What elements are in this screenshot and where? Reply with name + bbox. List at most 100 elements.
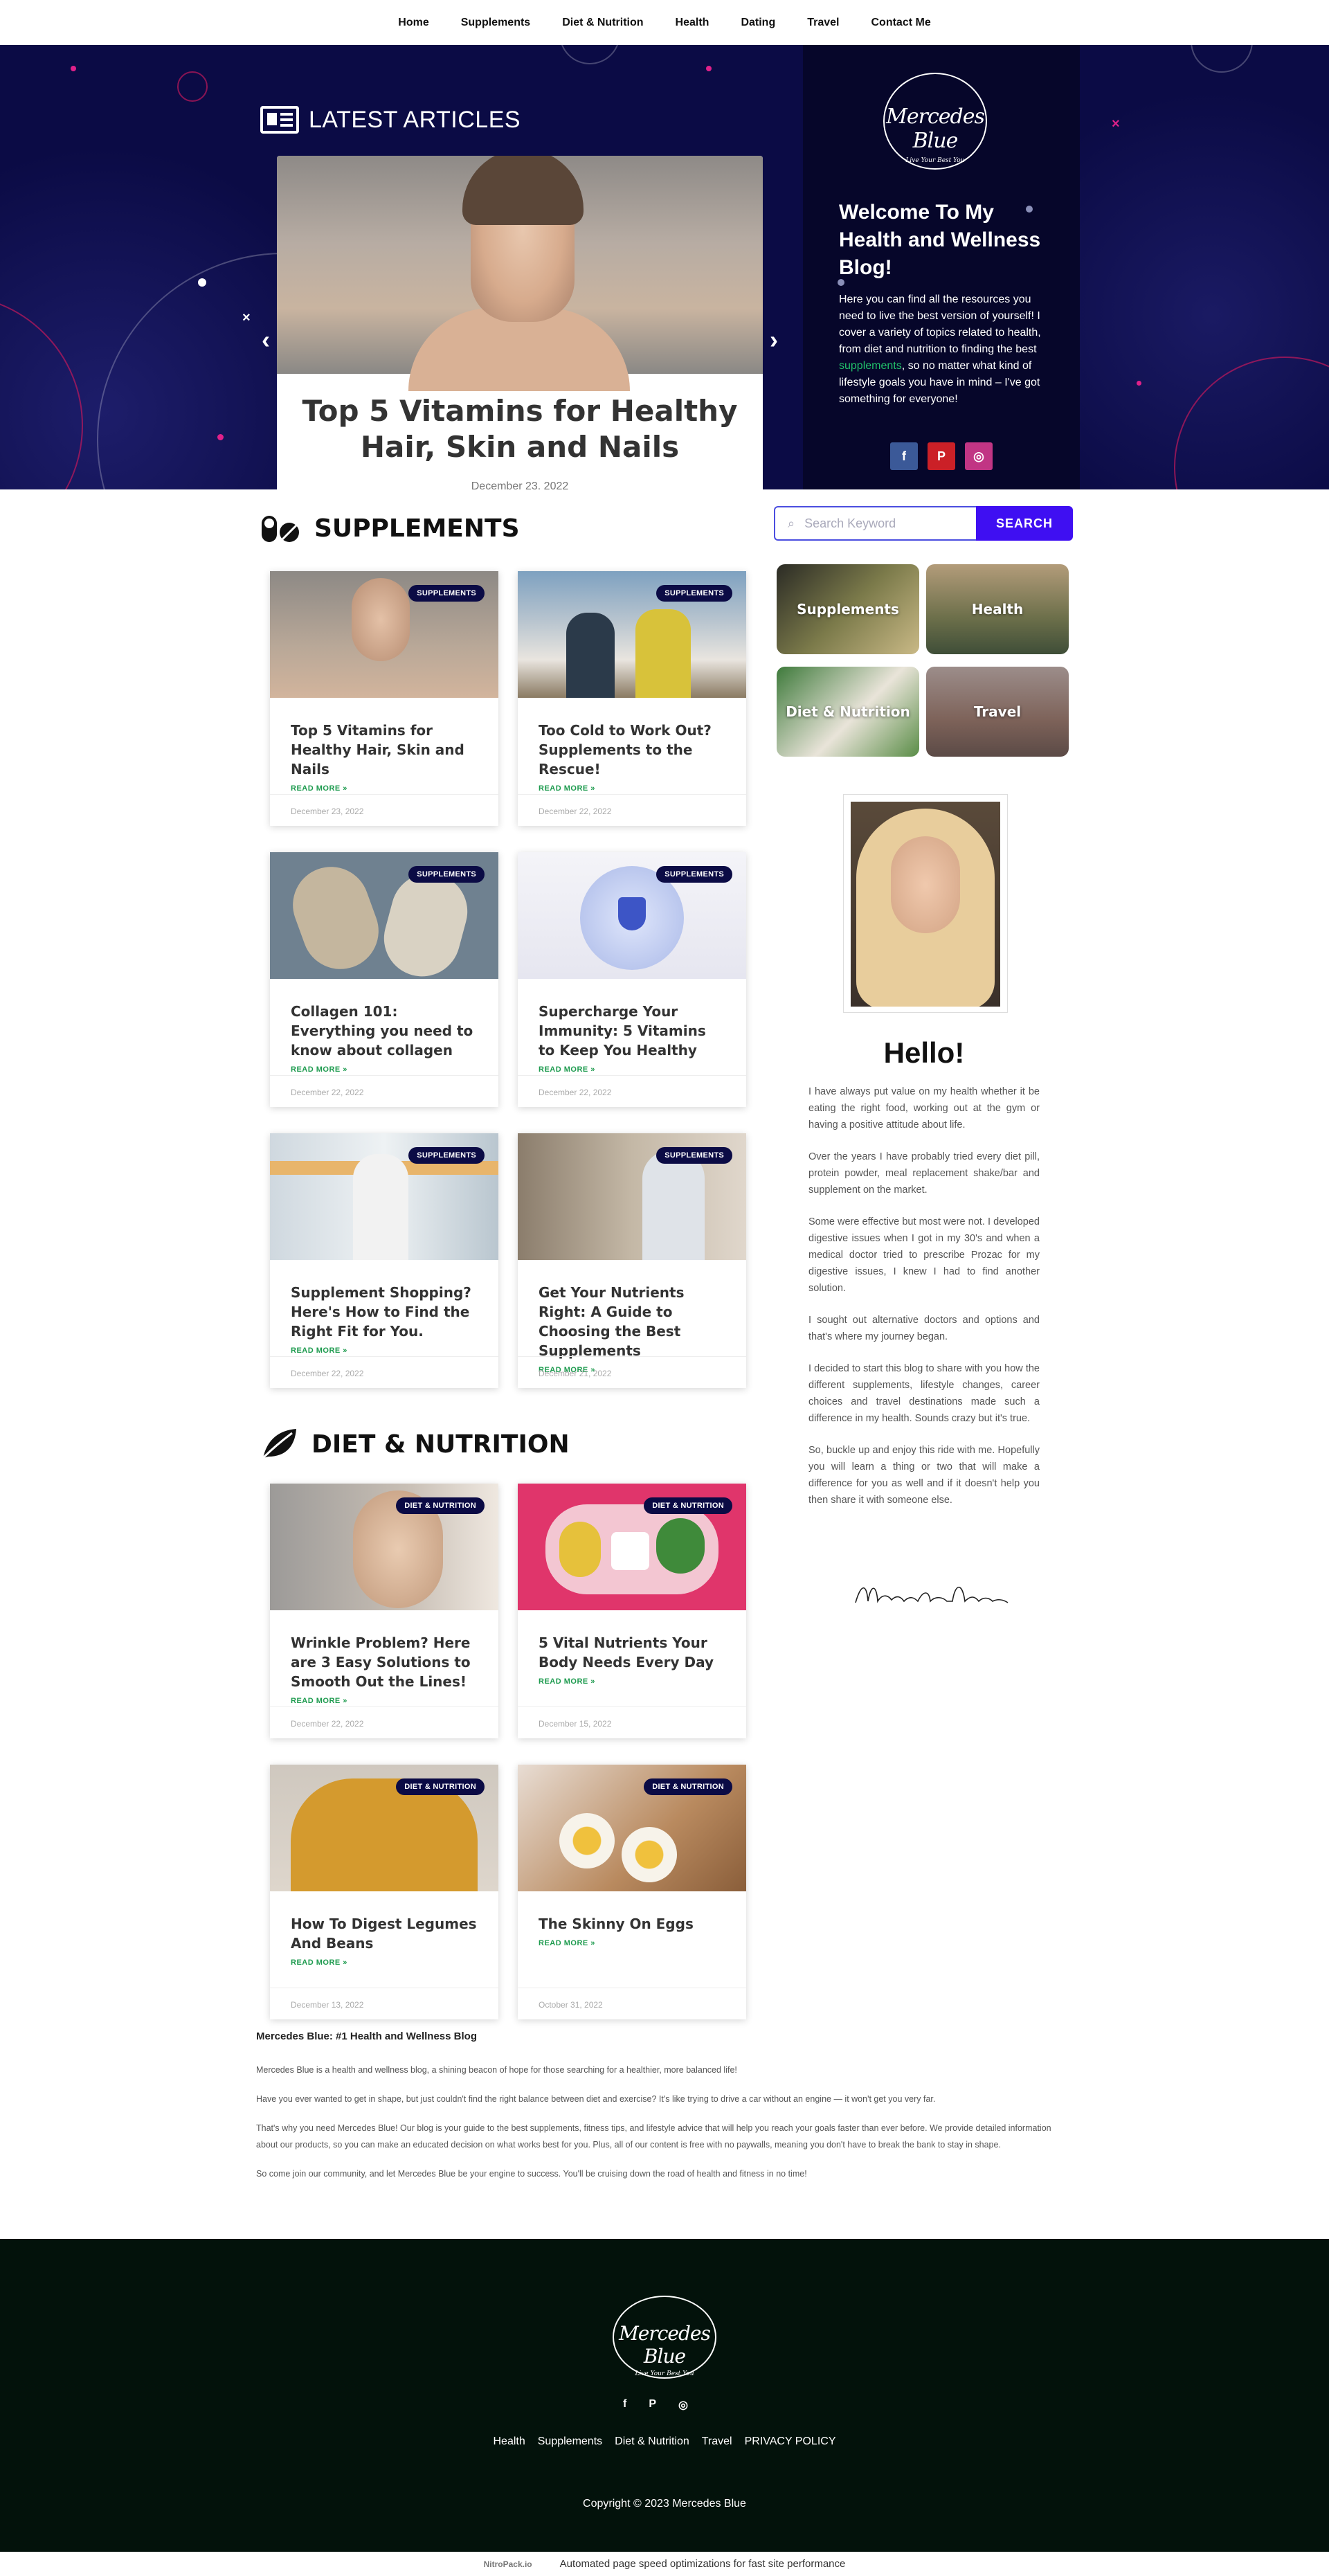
- read-more-link[interactable]: READ MORE »: [539, 1065, 725, 1074]
- pinterest-icon[interactable]: P: [928, 442, 955, 470]
- site-logo[interactable]: Mercedes Blue Live Your Best You: [883, 73, 987, 170]
- article-card[interactable]: SUPPLEMENTS Top 5 Vitamins for Healthy H…: [270, 571, 498, 826]
- pinterest-icon[interactable]: P: [649, 2398, 656, 2412]
- nav-dating[interactable]: Dating: [741, 17, 775, 29]
- category-badge[interactable]: SUPPLEMENTS: [408, 866, 485, 883]
- article-card[interactable]: SUPPLEMENTS Supplement Shopping? Here's …: [270, 1133, 498, 1388]
- read-more-link[interactable]: READ MORE »: [291, 1346, 478, 1355]
- image-person: [353, 1154, 408, 1260]
- author-photo: [851, 802, 1000, 1007]
- site-footer: Mercedes Blue Live Your Best You f P ◎ H…: [0, 2239, 1329, 2552]
- category-badge[interactable]: SUPPLEMENTS: [656, 1147, 732, 1164]
- read-more-link[interactable]: READ MORE »: [291, 1065, 478, 1074]
- facebook-icon[interactable]: f: [623, 2398, 626, 2412]
- footer-link-diet-nutrition[interactable]: Diet & Nutrition: [615, 2435, 689, 2448]
- card-title[interactable]: Top 5 Vitamins for Healthy Hair, Skin an…: [291, 721, 478, 779]
- search-input[interactable]: ⌕ Search Keyword: [774, 506, 976, 541]
- card-image: DIET & NUTRITION: [270, 1484, 498, 1610]
- carousel-next-arrow-icon[interactable]: ›: [770, 325, 778, 354]
- nav-travel[interactable]: Travel: [807, 17, 839, 29]
- social-icons: f P ◎: [890, 442, 993, 470]
- article-card[interactable]: SUPPLEMENTS Too Cold to Work Out? Supple…: [518, 571, 746, 826]
- slide-date: December 23, 2022: [471, 480, 569, 489]
- card-title[interactable]: How To Digest Legumes And Beans: [291, 1914, 478, 1953]
- hero-x-mark: ×: [242, 310, 251, 325]
- card-image: SUPPLEMENTS: [270, 852, 498, 985]
- image-spoon: [375, 865, 476, 985]
- slide-title[interactable]: Top 5 Vitamins for Healthy Hair, Skin an…: [277, 393, 763, 465]
- card-title[interactable]: 5 Vital Nutrients Your Body Needs Every …: [539, 1633, 725, 1672]
- nav-home[interactable]: Home: [398, 17, 428, 29]
- card-title[interactable]: Too Cold to Work Out? Supplements to the…: [539, 721, 725, 779]
- search-form: ⌕ Search Keyword SEARCH: [774, 506, 1073, 541]
- article-card[interactable]: SUPPLEMENTS Supercharge Your Immunity: 5…: [518, 852, 746, 1107]
- footer-link-privacy-policy[interactable]: PRIVACY POLICY: [745, 2435, 836, 2448]
- article-card[interactable]: DIET & NUTRITION How To Digest Legumes A…: [270, 1765, 498, 2019]
- card-title[interactable]: Get Your Nutrients Right: A Guide to Cho…: [539, 1283, 725, 1360]
- read-more-link[interactable]: READ MORE »: [539, 1677, 725, 1686]
- footer-logo[interactable]: Mercedes Blue Live Your Best You: [613, 2296, 716, 2379]
- category-tile-health[interactable]: Health: [926, 564, 1069, 654]
- hero-ring-top-right: [1191, 45, 1253, 73]
- carousel-prev-arrow-icon[interactable]: ‹: [262, 325, 270, 354]
- newspaper-icon: [260, 106, 299, 134]
- footer-links: Health Supplements Diet & Nutrition Trav…: [0, 2435, 1329, 2448]
- supplements-link[interactable]: supplements: [839, 360, 902, 372]
- category-badge[interactable]: SUPPLEMENTS: [656, 866, 732, 883]
- card-image: SUPPLEMENTS: [518, 852, 746, 979]
- footer-link-supplements[interactable]: Supplements: [538, 2435, 602, 2448]
- instagram-icon[interactable]: ◎: [965, 442, 993, 470]
- search-icon: ⌕: [788, 516, 795, 530]
- footer-social-icons: f P ◎: [623, 2398, 688, 2412]
- article-card[interactable]: SUPPLEMENTS Collagen 101: Everything you…: [270, 852, 498, 1107]
- category-badge[interactable]: SUPPLEMENTS: [656, 585, 732, 602]
- footer-link-travel[interactable]: Travel: [702, 2435, 732, 2448]
- facebook-icon[interactable]: f: [890, 442, 918, 470]
- read-more-link[interactable]: READ MORE »: [539, 784, 725, 793]
- carousel-slide[interactable]: Top 5 Vitamins for Healthy Hair, Skin an…: [277, 156, 763, 489]
- card-date: October 31, 2022: [518, 1988, 746, 2019]
- nitropack-logo[interactable]: NitroPack.io: [484, 2559, 532, 2569]
- search-button[interactable]: SEARCH: [976, 506, 1073, 541]
- image-broccoli: [656, 1518, 705, 1574]
- nav-health[interactable]: Health: [676, 17, 709, 29]
- welcome-heading: Welcome To My Health and Wellness Blog!: [839, 201, 1041, 279]
- category-badge[interactable]: DIET & NUTRITION: [396, 1497, 485, 1514]
- article-card[interactable]: DIET & NUTRITION 5 Vital Nutrients Your …: [518, 1484, 746, 1738]
- nav-supplements[interactable]: Supplements: [461, 17, 530, 29]
- article-card[interactable]: DIET & NUTRITION Wrinkle Problem? Here a…: [270, 1484, 498, 1738]
- read-more-link[interactable]: READ MORE »: [539, 1939, 725, 1947]
- nav-contact[interactable]: Contact Me: [871, 17, 930, 29]
- hero-dot-pink-3: [1137, 381, 1141, 386]
- card-title[interactable]: Supplement Shopping? Here's How to Find …: [291, 1283, 478, 1341]
- category-badge[interactable]: DIET & NUTRITION: [396, 1778, 485, 1795]
- latest-articles-heading: LATEST ARTICLES: [260, 106, 521, 134]
- category-badge[interactable]: SUPPLEMENTS: [408, 585, 485, 602]
- category-badge[interactable]: DIET & NUTRITION: [644, 1497, 732, 1514]
- bio-paragraph: Over the years I have probably tried eve…: [808, 1151, 1040, 1196]
- article-card[interactable]: DIET & NUTRITION The Skinny On Eggs READ…: [518, 1765, 746, 2019]
- card-title[interactable]: The Skinny On Eggs: [539, 1914, 725, 1934]
- read-more-link[interactable]: READ MORE »: [291, 1697, 478, 1705]
- bio-paragraph: Some were effective but most were not. I…: [808, 1216, 1040, 1294]
- card-title[interactable]: Wrinkle Problem? Here are 3 Easy Solutio…: [291, 1633, 478, 1691]
- main-content: SUPPLEMENTS SUPPLEMENTS Top 5 Vitamins f…: [0, 489, 1329, 2220]
- card-date: December 22, 2022: [270, 1356, 498, 1388]
- card-title[interactable]: Supercharge Your Immunity: 5 Vitamins to…: [539, 1002, 725, 1060]
- article-card[interactable]: SUPPLEMENTS Get Your Nutrients Right: A …: [518, 1133, 746, 1388]
- category-tile-travel[interactable]: Travel: [926, 667, 1069, 757]
- category-tile-supplements[interactable]: Supplements: [777, 564, 919, 654]
- category-tile-diet-nutrition[interactable]: Diet & Nutrition: [777, 667, 919, 757]
- category-badge[interactable]: SUPPLEMENTS: [408, 1147, 485, 1164]
- category-badge[interactable]: DIET & NUTRITION: [644, 1778, 732, 1795]
- image-corn: [559, 1522, 601, 1577]
- card-title[interactable]: Collagen 101: Everything you need to kno…: [291, 1002, 478, 1060]
- image-egg: [559, 1813, 615, 1868]
- supplements-heading: SUPPLEMENTS: [260, 513, 520, 543]
- footer-link-health[interactable]: Health: [494, 2435, 525, 2448]
- hero-x-mark-pink: ×: [1112, 116, 1120, 132]
- instagram-icon[interactable]: ◎: [678, 2398, 688, 2412]
- nav-diet-nutrition[interactable]: Diet & Nutrition: [562, 17, 643, 29]
- read-more-link[interactable]: READ MORE »: [291, 1958, 478, 1967]
- read-more-link[interactable]: READ MORE »: [291, 784, 478, 793]
